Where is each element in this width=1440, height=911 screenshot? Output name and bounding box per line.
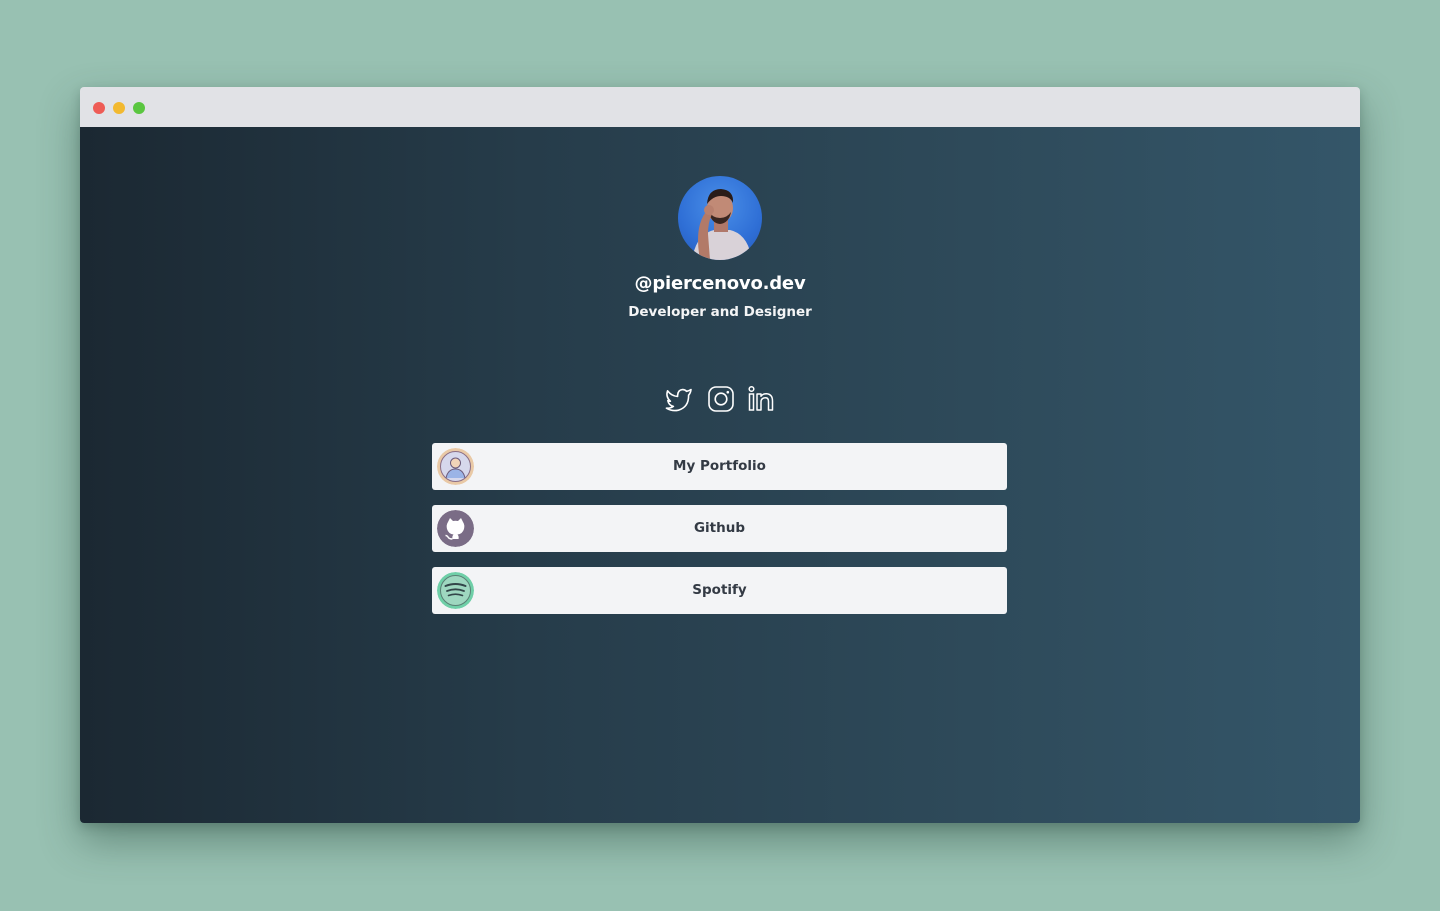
browser-window: @piercenovo.dev Developer and Designer M… — [80, 87, 1360, 823]
social-links — [664, 384, 776, 414]
portfolio-link-label: My Portfolio — [673, 458, 766, 474]
portfolio-link-button[interactable]: My Portfolio — [432, 443, 1007, 490]
instagram-icon[interactable] — [706, 384, 736, 414]
window-titlebar — [80, 87, 1360, 127]
github-link-button[interactable]: Github — [432, 505, 1007, 552]
profile-photo-icon — [692, 189, 752, 260]
twitter-icon[interactable] — [664, 384, 694, 414]
profile-username: @piercenovo.dev — [634, 273, 806, 294]
profile-avatar — [678, 176, 762, 260]
spotify-link-button[interactable]: Spotify — [432, 567, 1007, 614]
profile-tagline: Developer and Designer — [628, 304, 812, 320]
linkedin-icon[interactable] — [746, 384, 776, 414]
minimize-window-button[interactable] — [113, 102, 125, 114]
github-link-label: Github — [693, 520, 746, 536]
spotify-link-label: Spotify — [692, 582, 747, 598]
maximize-window-button[interactable] — [133, 102, 145, 114]
close-window-button[interactable] — [93, 102, 105, 114]
page-content: @piercenovo.dev Developer and Designer M… — [80, 127, 1360, 823]
